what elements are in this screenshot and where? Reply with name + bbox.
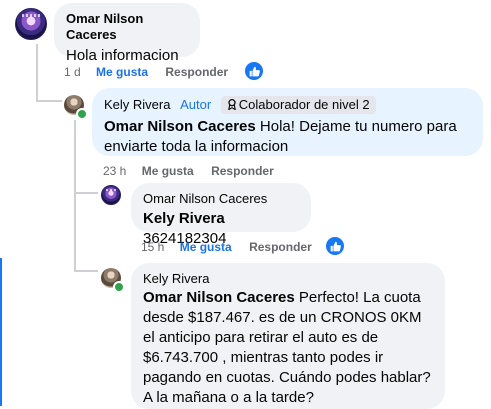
comment-actions: 1 d Me gusta Responder bbox=[64, 64, 228, 80]
comment-bubble: Kely Rivera Omar Nilson Caceres Perfecto… bbox=[131, 263, 445, 409]
comment-bubble: Omar Nilson Caceres Hola informacion bbox=[54, 3, 200, 64]
comment-text: Hola informacion bbox=[66, 47, 179, 64]
like-reaction-icon[interactable] bbox=[245, 62, 263, 80]
comment-author[interactable]: Kely Rivera bbox=[104, 97, 170, 112]
comment-actions: 23 h Me gusta Responder bbox=[103, 163, 274, 179]
comment-text-wrap: Omar Nilson Caceres Perfecto! La cuota d… bbox=[143, 288, 433, 408]
online-status-dot bbox=[113, 281, 125, 293]
thread-line-main-curve bbox=[36, 100, 62, 102]
reply-button[interactable]: Responder bbox=[165, 65, 228, 79]
online-status-dot bbox=[76, 108, 88, 120]
mention-link[interactable]: Kely Rivera bbox=[143, 210, 225, 227]
comment-text-wrap: Omar Nilson Caceres Hola! Dejame tu nume… bbox=[104, 117, 471, 157]
like-button[interactable]: Me gusta bbox=[96, 65, 148, 79]
comment-author[interactable]: Omar Nilson Caceres bbox=[66, 11, 188, 43]
comment-author[interactable]: Omar Nilson Caceres bbox=[143, 191, 299, 207]
comment-time[interactable]: 1 d bbox=[64, 65, 81, 79]
thread-line-main bbox=[36, 44, 38, 100]
comment-author[interactable]: Kely Rivera bbox=[143, 271, 433, 287]
like-button[interactable]: Me gusta bbox=[142, 164, 194, 178]
like-button[interactable]: Me gusta bbox=[180, 240, 232, 254]
mention-link[interactable]: Omar Nilson Caceres bbox=[104, 118, 256, 135]
left-scroll-indicator bbox=[0, 258, 2, 406]
reply-button[interactable]: Responder bbox=[249, 240, 312, 254]
comment-actions: 15 h Me gusta Responder bbox=[141, 239, 312, 255]
thread-line-reply bbox=[74, 120, 76, 270]
comment-text: Perfecto! La cuota desde $187.467. es de… bbox=[143, 289, 431, 406]
comment-author-line: Kely Rivera Autor Colaborador de nivel 2 bbox=[104, 96, 471, 114]
thread-line-reply-branch-1 bbox=[74, 192, 98, 194]
comment-bubble: Omar Nilson Caceres Kely Rivera 36241823… bbox=[131, 183, 311, 247]
like-reaction-icon[interactable] bbox=[326, 237, 344, 255]
reply-button[interactable]: Responder bbox=[211, 164, 274, 178]
contributor-badge[interactable]: Colaborador de nivel 2 bbox=[220, 96, 376, 114]
comment-time[interactable]: 23 h bbox=[103, 164, 126, 178]
thread-line-reply-branch-2 bbox=[74, 270, 98, 272]
comment-time[interactable]: 15 h bbox=[141, 240, 164, 254]
contributor-badge-icon bbox=[227, 99, 236, 111]
comment-bubble: Kely Rivera Autor Colaborador de nivel 2… bbox=[92, 88, 483, 156]
mention-link[interactable]: Omar Nilson Caceres bbox=[143, 289, 295, 306]
badge-label: Colaborador de nivel 2 bbox=[238, 97, 370, 112]
avatar[interactable] bbox=[101, 185, 121, 205]
avatar[interactable] bbox=[15, 8, 47, 40]
author-role-label: Autor bbox=[180, 97, 212, 112]
